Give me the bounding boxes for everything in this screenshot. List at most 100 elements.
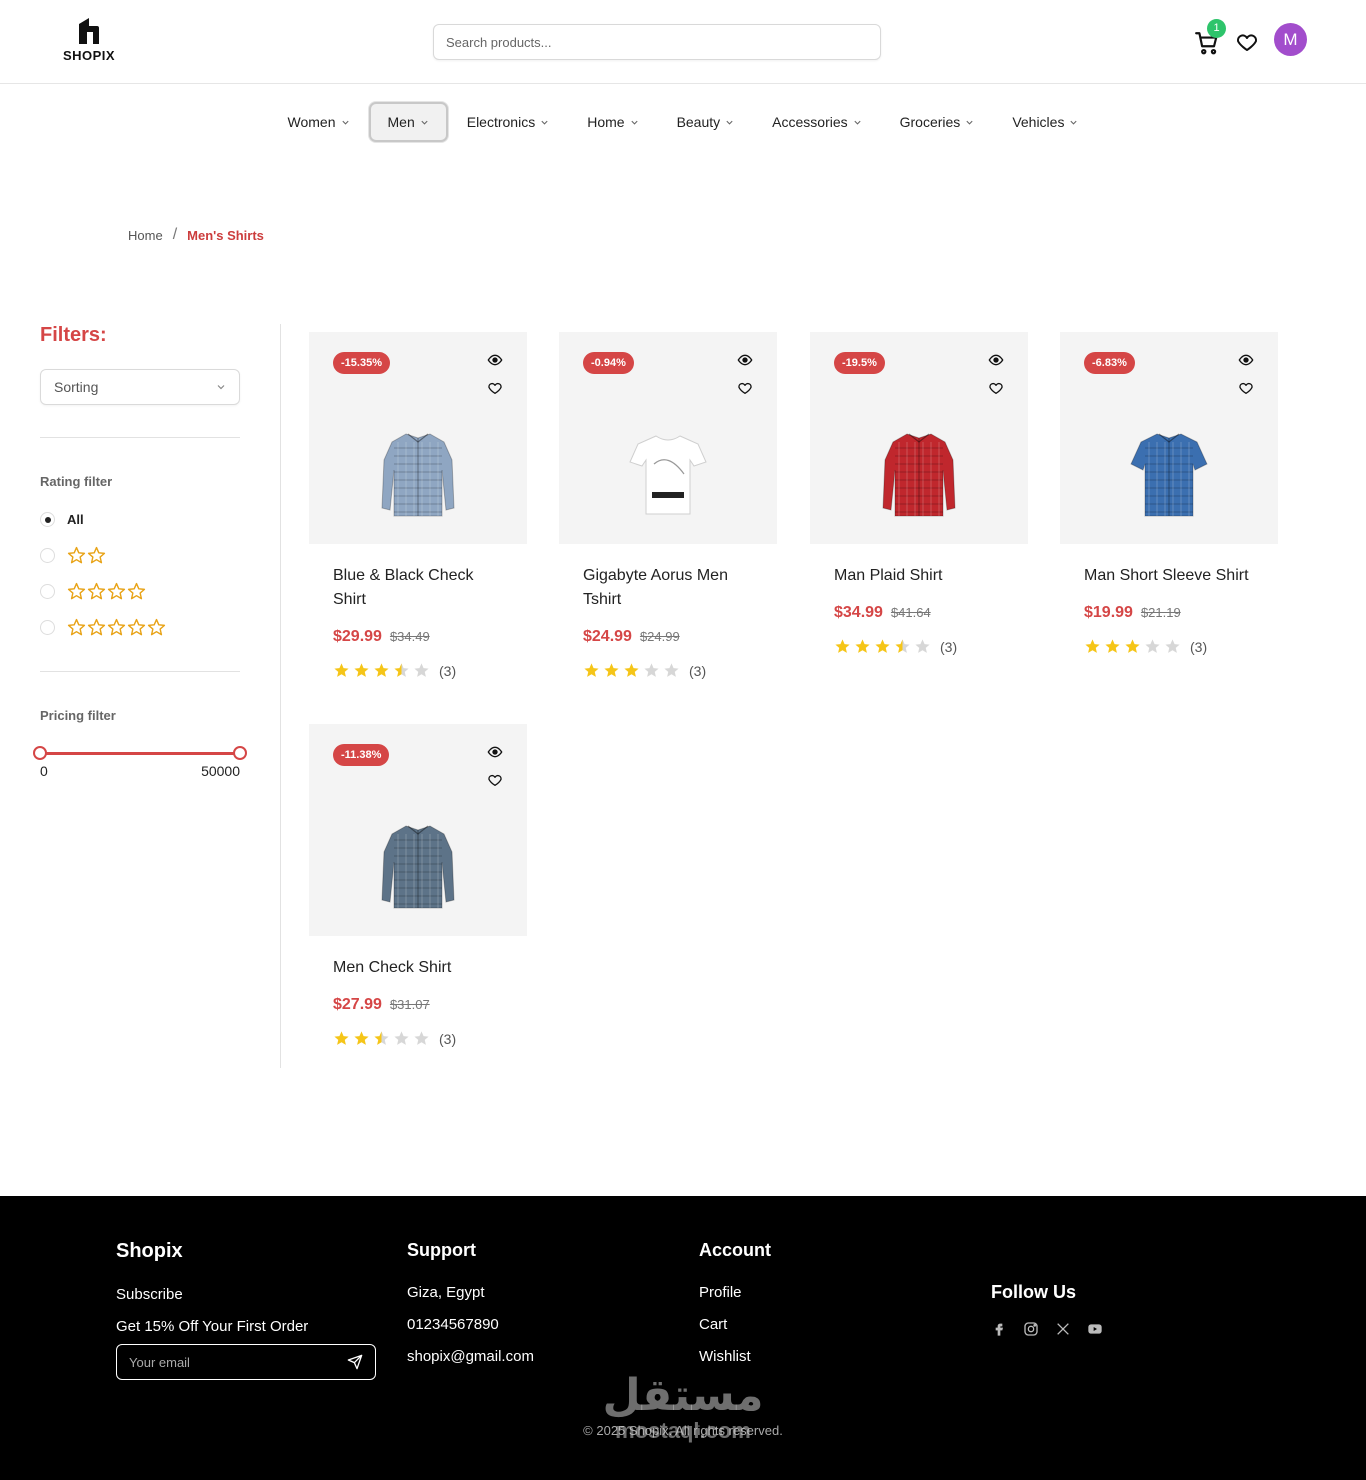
- star-empty-icon: [1145, 639, 1160, 653]
- wishlist-heart-icon[interactable]: [1235, 30, 1259, 54]
- nav-item-label: Accessories: [772, 114, 848, 130]
- nav-item-home[interactable]: Home: [568, 102, 657, 142]
- footer-account-title: Account: [699, 1240, 771, 1260]
- price-row: $29.99 $34.49: [333, 628, 503, 646]
- sorting-select[interactable]: Sorting: [40, 369, 240, 405]
- add-to-wishlist-heart-icon[interactable]: [1238, 380, 1254, 396]
- nav-item-groceries[interactable]: Groceries: [881, 102, 994, 142]
- rating-radio[interactable]: [40, 511, 55, 527]
- rating-option-5[interactable]: [40, 609, 240, 645]
- product-image[interactable]: -15.35%: [309, 332, 527, 544]
- price-range-slider[interactable]: [33, 745, 247, 761]
- product-card[interactable]: -11.38% Men Check Shirt $27.99 $31.07 (3): [309, 724, 527, 1047]
- rating-option-4[interactable]: [40, 573, 240, 609]
- footer-link-profile[interactable]: Profile: [699, 1285, 771, 1301]
- filters-sidebar: Filters: Sorting Rating filter All Prici…: [33, 324, 247, 779]
- subscribe-email-box: [116, 1344, 376, 1380]
- price-max-handle[interactable]: [233, 746, 247, 760]
- product-title[interactable]: Men Check Shirt: [333, 956, 503, 980]
- star-outline-icon: [87, 546, 106, 563]
- social-links: [991, 1321, 1103, 1337]
- footer-follow-column: Follow Us: [991, 1282, 1103, 1337]
- product-old-price: $31.07: [389, 997, 430, 1012]
- sorting-label: Sorting: [54, 379, 99, 395]
- footer-support-email[interactable]: shopix@gmail.com: [407, 1349, 534, 1365]
- rating-option-all[interactable]: All: [40, 501, 240, 537]
- price-row: $34.99 $41.64: [834, 604, 1004, 622]
- nav-item-accessories[interactable]: Accessories: [753, 102, 880, 142]
- breadcrumb-home-link[interactable]: Home: [128, 228, 163, 243]
- subscribe-email-input[interactable]: [129, 1354, 347, 1370]
- price-row: $27.99 $31.07: [333, 996, 503, 1014]
- logo-icon: [79, 18, 99, 44]
- product-image[interactable]: -0.94%: [559, 332, 777, 544]
- add-to-wishlist-heart-icon[interactable]: [487, 380, 503, 396]
- chevron-down-icon: [541, 120, 548, 125]
- star-icon: [374, 663, 389, 677]
- chevron-down-icon: [854, 120, 861, 125]
- nav-item-men[interactable]: Men: [368, 102, 448, 142]
- product-price: $34.99: [834, 604, 883, 621]
- search-input[interactable]: [433, 24, 881, 60]
- facebook-icon[interactable]: [991, 1321, 1007, 1337]
- rating-radio[interactable]: [40, 547, 55, 563]
- nav-item-electronics[interactable]: Electronics: [448, 102, 568, 142]
- price-min-handle[interactable]: [33, 746, 47, 760]
- rating-option-2[interactable]: [40, 537, 240, 573]
- youtube-icon[interactable]: [1087, 1321, 1103, 1337]
- rating-radio[interactable]: [40, 583, 55, 599]
- star-outline-icon: [147, 618, 166, 635]
- product-title[interactable]: Man Plaid Shirt: [834, 564, 1004, 588]
- chevron-down-icon: [726, 120, 733, 125]
- footer-subscribe: Subscribe: [116, 1286, 183, 1303]
- quick-view-eye-icon[interactable]: [737, 352, 753, 368]
- star-icon: [354, 1031, 369, 1045]
- discount-badge: -11.38%: [333, 744, 390, 766]
- star-icon: [835, 639, 850, 653]
- x-twitter-icon[interactable]: [1055, 1321, 1071, 1337]
- add-to-wishlist-heart-icon[interactable]: [737, 380, 753, 396]
- nav-item-vehicles[interactable]: Vehicles: [993, 102, 1097, 142]
- product-card[interactable]: -19.5% Man Plaid Shirt $34.99 $41.64 (3): [810, 332, 1028, 655]
- product-title[interactable]: Man Short Sleeve Shirt: [1084, 564, 1254, 588]
- product-image-shirt: [381, 825, 455, 909]
- logo[interactable]: SHOPIX: [60, 16, 118, 68]
- product-price: $29.99: [333, 628, 382, 645]
- footer-link-cart[interactable]: Cart: [699, 1317, 771, 1333]
- star-empty-icon: [644, 663, 659, 677]
- discount-badge: -15.35%: [333, 352, 390, 374]
- quick-view-eye-icon[interactable]: [487, 352, 503, 368]
- quick-view-eye-icon[interactable]: [988, 352, 1004, 368]
- quick-view-eye-icon[interactable]: [1238, 352, 1254, 368]
- product-rating: (3): [333, 662, 503, 679]
- product-image[interactable]: -19.5%: [810, 332, 1028, 544]
- product-card[interactable]: -15.35% Blue & Black Check Shirt $29.99 $34…: [309, 332, 527, 679]
- nav-item-beauty[interactable]: Beauty: [658, 102, 754, 142]
- user-avatar[interactable]: M: [1274, 23, 1307, 56]
- product-title[interactable]: Blue & Black Check Shirt: [333, 564, 503, 612]
- product-image-shirt: [1130, 433, 1208, 517]
- rating-radio[interactable]: [40, 619, 55, 635]
- quick-view-eye-icon[interactable]: [487, 744, 503, 760]
- category-nav: Women Men Electronics Home Beauty Accessories…: [0, 101, 1366, 143]
- star-outline-icon: [107, 618, 126, 635]
- star-icon: [624, 663, 639, 677]
- rating-filter-options: All: [40, 501, 240, 645]
- add-to-wishlist-heart-icon[interactable]: [487, 772, 503, 788]
- nav-item-women[interactable]: Women: [269, 102, 369, 142]
- nav-item-label: Electronics: [466, 114, 536, 130]
- star-half-icon: [394, 663, 409, 677]
- product-card[interactable]: -6.83% Man Short Sleeve Shirt $19.99 $21.19…: [1060, 332, 1278, 655]
- product-card[interactable]: -0.94% Gigabyte Aorus Men Tshirt $24.99 $24…: [559, 332, 777, 679]
- send-icon[interactable]: [347, 1354, 363, 1370]
- footer-link-wishlist[interactable]: Wishlist: [699, 1349, 771, 1365]
- product-price: $24.99: [583, 628, 632, 645]
- nav-item-label: Men: [387, 114, 415, 130]
- product-image[interactable]: -6.83%: [1060, 332, 1278, 544]
- instagram-icon[interactable]: [1023, 1321, 1039, 1337]
- star-empty-icon: [1165, 639, 1180, 653]
- review-count: (3): [940, 638, 958, 655]
- product-image[interactable]: -11.38%: [309, 724, 527, 936]
- add-to-wishlist-heart-icon[interactable]: [988, 380, 1004, 396]
- product-title[interactable]: Gigabyte Aorus Men Tshirt: [583, 564, 753, 612]
